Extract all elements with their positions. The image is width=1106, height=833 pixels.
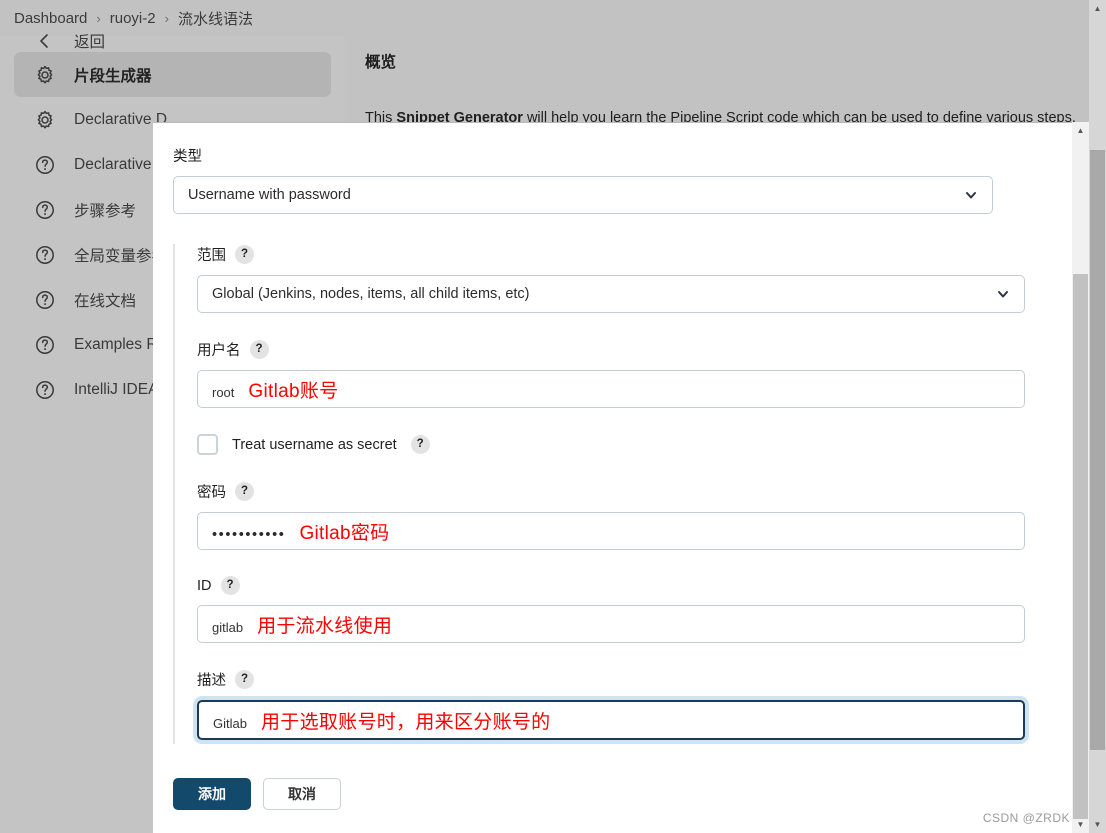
- username-row: 用户名 ? root Gitlab账号: [197, 339, 1073, 408]
- password-label-row: 密码 ?: [197, 481, 1073, 502]
- password-label: 密码: [197, 485, 226, 501]
- breadcrumb-item-pipeline-syntax[interactable]: 流水线语法: [178, 8, 253, 29]
- sidebar-item-label: IntelliJ IDEA: [74, 380, 159, 398]
- scope-select[interactable]: Global (Jenkins, nodes, items, all child…: [197, 275, 1025, 313]
- add-button[interactable]: 添加: [173, 778, 251, 810]
- treat-username-secret-checkbox[interactable]: [197, 434, 218, 455]
- breadcrumb-separator-icon: ›: [96, 10, 101, 26]
- sidebar-item-back[interactable]: 返回: [14, 30, 331, 52]
- page-scrollbar-thumb[interactable]: [1090, 150, 1105, 750]
- password-input[interactable]: ••••••••••• Gitlab密码: [197, 512, 1025, 550]
- help-icon[interactable]: ?: [235, 245, 254, 264]
- description-value: Gitlab: [213, 715, 247, 731]
- cancel-button[interactable]: 取消: [263, 778, 341, 810]
- id-input[interactable]: gitlab 用于流水线使用: [197, 605, 1025, 643]
- password-row: 密码 ? ••••••••••• Gitlab密码: [197, 481, 1073, 550]
- credential-type-value: Username with password: [188, 187, 351, 203]
- description-label: 描述: [197, 673, 226, 689]
- id-value-wrap: gitlab 用于流水线使用: [212, 611, 392, 638]
- sidebar-item-snippet-generator[interactable]: 片段生成器: [14, 52, 331, 97]
- question-icon: [34, 289, 56, 311]
- question-icon: [34, 154, 56, 176]
- help-icon[interactable]: ?: [410, 435, 430, 454]
- question-icon: [34, 244, 56, 266]
- scope-label: 范围: [197, 248, 226, 264]
- sidebar-item-label: 片段生成器: [74, 67, 152, 85]
- breadcrumb-item-ruoyi-2[interactable]: ruoyi-2: [110, 10, 156, 27]
- treat-username-secret-row[interactable]: Treat username as secret ?: [197, 434, 1073, 455]
- scroll-down-arrow-icon[interactable]: ▼: [1072, 816, 1089, 833]
- help-icon[interactable]: ?: [235, 670, 254, 689]
- watermark: CSDN @ZRDK: [982, 811, 1070, 825]
- description-label-row: 描述 ?: [197, 669, 1073, 690]
- scope-value: Global (Jenkins, nodes, items, all child…: [212, 286, 530, 302]
- question-icon: [34, 199, 56, 221]
- gear-icon: [34, 64, 56, 86]
- description-value-wrap: Gitlab 用于选取账号时，用来区分账号的: [213, 707, 550, 734]
- username-annotation: Gitlab账号: [248, 380, 339, 402]
- breadcrumb-separator-icon: ›: [164, 10, 169, 26]
- scope-row: 范围 ? Global (Jenkins, nodes, items, all …: [197, 244, 1073, 313]
- sidebar-item-label: 在线文档: [74, 292, 137, 310]
- help-icon[interactable]: ?: [235, 482, 254, 501]
- dialog-scrollbar-thumb[interactable]: [1073, 274, 1088, 819]
- credentials-dialog: 类型 Username with password 范围 ? Global (J…: [153, 122, 1089, 833]
- chevron-down-icon: [996, 287, 1010, 301]
- sidebar-item-label: 返回: [74, 34, 106, 51]
- type-label: 类型: [173, 149, 202, 165]
- question-icon: [34, 334, 56, 356]
- dialog-scrollbar[interactable]: ▲ ▼: [1072, 122, 1089, 833]
- credential-type-select[interactable]: Username with password: [173, 176, 993, 214]
- question-icon: [34, 379, 56, 401]
- password-annotation: Gitlab密码: [299, 522, 390, 544]
- help-icon[interactable]: ?: [220, 576, 240, 595]
- id-label: ID: [197, 577, 212, 594]
- password-value: •••••••••••: [212, 526, 286, 543]
- credentials-dialog-body: 类型 Username with password 范围 ? Global (J…: [153, 123, 1073, 833]
- chevron-down-icon: [964, 188, 978, 202]
- scope-label-row: 范围 ?: [197, 244, 1073, 265]
- password-value-wrap: ••••••••••• Gitlab密码: [212, 518, 390, 545]
- page-scroll-up-arrow-icon[interactable]: ▲: [1089, 0, 1106, 17]
- description-annotation: 用于选取账号时，用来区分账号的: [260, 711, 551, 733]
- username-input[interactable]: root Gitlab账号: [197, 370, 1025, 408]
- username-value: root: [212, 384, 235, 400]
- credential-fields-group: 范围 ? Global (Jenkins, nodes, items, all …: [173, 244, 1073, 744]
- back-icon: [34, 30, 56, 52]
- dialog-actions: 添加 取消: [173, 778, 1073, 810]
- username-label-row: 用户名 ?: [197, 339, 1073, 360]
- gear-icon: [34, 109, 56, 131]
- id-label-row: ID ?: [197, 576, 1073, 595]
- page-scrollbar[interactable]: ▲ ▼: [1089, 0, 1106, 833]
- app-root: Dashboard › ruoyi-2 › 流水线语法 返回 片段生成器 Dec…: [0, 0, 1106, 833]
- id-row: ID ? gitlab 用于流水线使用: [197, 576, 1073, 643]
- breadcrumb-item-dashboard[interactable]: Dashboard: [14, 10, 87, 27]
- scroll-up-arrow-icon[interactable]: ▲: [1072, 122, 1089, 139]
- username-label: 用户名: [197, 343, 241, 359]
- type-label-row: 类型: [173, 145, 1073, 166]
- help-icon[interactable]: ?: [249, 340, 269, 359]
- description-row: 描述 ? Gitlab 用于选取账号时，用来区分账号的: [197, 669, 1073, 740]
- username-value-wrap: root Gitlab账号: [212, 376, 338, 403]
- sidebar-item-label: 步骤参考: [74, 202, 137, 220]
- page-scroll-down-arrow-icon[interactable]: ▼: [1089, 816, 1106, 833]
- id-annotation: 用于流水线使用: [257, 615, 393, 637]
- page-title: 概览: [365, 54, 397, 71]
- description-input[interactable]: Gitlab 用于选取账号时，用来区分账号的: [197, 700, 1025, 740]
- id-value: gitlab: [212, 619, 244, 635]
- treat-username-secret-label: Treat username as secret: [232, 436, 397, 453]
